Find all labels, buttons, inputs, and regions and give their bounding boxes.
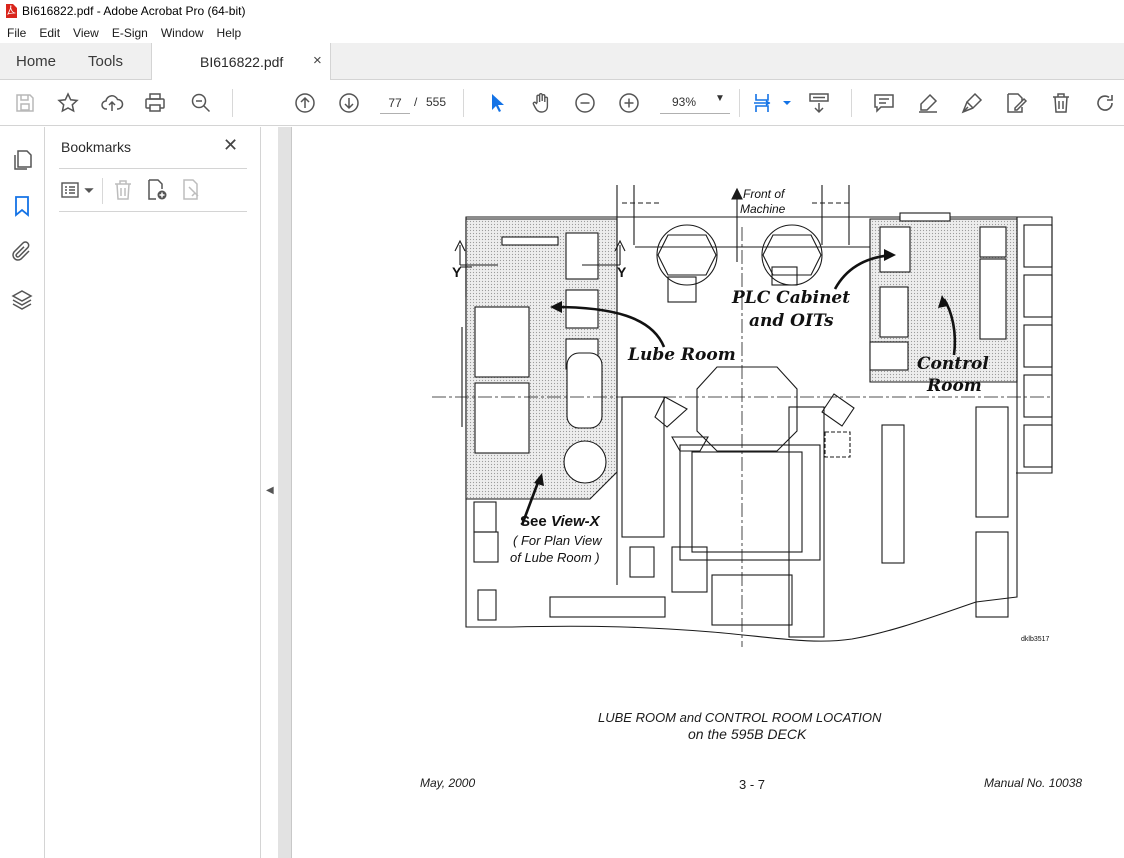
delete-bookmark-icon[interactable]	[111, 178, 135, 202]
document-viewport[interactable]: Front of Machine PLC Cabinet and OITs Lu…	[278, 127, 1124, 858]
zoom-search-icon[interactable]	[189, 91, 213, 115]
navigation-rail	[0, 127, 45, 858]
page-number-input[interactable]	[380, 92, 410, 114]
cloud-upload-icon[interactable]	[100, 91, 124, 115]
new-bookmark-icon[interactable]	[145, 178, 169, 202]
sign-pen-icon[interactable]	[960, 91, 984, 115]
divider	[102, 178, 103, 204]
footer-manual-number: Manual No. 10038	[984, 776, 1083, 790]
page-separator: /	[414, 95, 418, 109]
menu-help[interactable]: Help	[210, 26, 248, 40]
pdf-app-icon	[6, 4, 17, 18]
bookmark-options-icon[interactable]	[59, 178, 97, 202]
edit-pdf-icon[interactable]	[1004, 91, 1028, 115]
star-icon[interactable]	[56, 91, 80, 115]
front-of-machine-label: Machine	[740, 202, 786, 216]
tab-bar: Home Tools BI616822.pdf ×	[0, 43, 1124, 81]
lube-room-label: Lube Room	[628, 345, 736, 365]
comment-icon[interactable]	[872, 91, 896, 115]
toolbar-divider	[851, 89, 852, 117]
toolbar-divider	[463, 89, 464, 117]
front-of-machine-label: Front of	[743, 187, 785, 201]
menu-bar: File Edit View E-Sign Window Help	[0, 22, 1124, 43]
print-icon[interactable]	[143, 91, 167, 115]
tab-document[interactable]: BI616822.pdf ×	[151, 43, 331, 81]
zoom-out-icon[interactable]	[573, 91, 597, 115]
page-total: 555	[426, 95, 447, 109]
collapse-panel-icon[interactable]: ◀	[266, 485, 274, 496]
menu-esign[interactable]: E-Sign	[105, 26, 154, 40]
menu-file[interactable]: File	[0, 26, 32, 40]
section-y-label: Y	[452, 264, 462, 280]
page-fit-icon[interactable]	[752, 91, 776, 115]
pdf-page: Front of Machine PLC Cabinet and OITs Lu…	[291, 127, 1124, 858]
bookmarks-icon[interactable]	[10, 194, 34, 218]
see-view-label: View-X	[551, 513, 600, 530]
footer-date: May, 2000	[420, 776, 476, 790]
divider	[59, 168, 247, 169]
hand-tool-icon[interactable]	[529, 91, 553, 115]
title-bar: BI616822.pdf - Adobe Acrobat Pro (64-bit…	[0, 0, 1124, 22]
control-room-label: Control	[917, 354, 989, 374]
delete-icon[interactable]	[1049, 91, 1073, 115]
layers-icon[interactable]	[10, 288, 34, 312]
plc-cabinet-label: and OITs	[749, 311, 834, 331]
tab-document-label: BI616822.pdf	[200, 54, 284, 70]
zoom-select[interactable]: 93% ▼	[660, 92, 730, 114]
select-cursor-icon[interactable]	[485, 91, 509, 115]
menu-edit[interactable]: Edit	[32, 26, 66, 40]
rotate-icon[interactable]	[1093, 91, 1117, 115]
tab-tools[interactable]: Tools	[88, 43, 123, 80]
bookmark-from-selection-icon[interactable]	[180, 178, 204, 202]
menu-window[interactable]: Window	[154, 26, 210, 40]
panel-splitter[interactable]: ◀	[260, 127, 278, 858]
toolbar-divider	[232, 89, 233, 117]
scroll-mode-icon[interactable]	[807, 91, 831, 115]
chevron-down-icon: ▼	[715, 93, 725, 104]
bookmarks-title: Bookmarks	[61, 139, 132, 155]
attachment-icon[interactable]	[10, 240, 34, 264]
previous-page-icon[interactable]	[293, 91, 317, 115]
main-toolbar: / 555 93% ▼	[0, 80, 1124, 126]
bookmarks-panel: Bookmarks ✕	[45, 127, 260, 858]
zoom-value: 93%	[672, 95, 697, 109]
menu-view[interactable]: View	[66, 26, 105, 40]
plc-cabinet-label: PLC Cabinet	[732, 288, 851, 308]
tab-home[interactable]: Home	[16, 43, 56, 80]
divider	[59, 211, 247, 212]
footer-page-number: 3 - 7	[739, 777, 766, 792]
close-icon[interactable]: ✕	[223, 135, 238, 156]
highlight-pen-icon[interactable]	[916, 91, 940, 115]
next-page-icon[interactable]	[337, 91, 361, 115]
figure-caption-subtitle: on the 595B DECK	[688, 726, 807, 742]
save-icon[interactable]	[13, 91, 37, 115]
figure-caption: LUBE ROOM and CONTROL ROOM LOCATION	[598, 710, 882, 725]
plan-view-note: ( For Plan View	[513, 533, 602, 548]
window-title: BI616822.pdf - Adobe Acrobat Pro (64-bit…	[22, 4, 246, 18]
tab-close-icon[interactable]: ×	[313, 52, 322, 69]
see-view-label: See	[520, 513, 547, 530]
plan-view-note: of Lube Room )	[510, 550, 600, 565]
zoom-in-icon[interactable]	[617, 91, 641, 115]
toolbar-divider	[739, 89, 740, 117]
page-thumbnails-icon[interactable]	[10, 148, 34, 172]
drawing-id: dklb3517	[1021, 636, 1050, 643]
control-room-label: Room	[927, 376, 982, 396]
chevron-down-icon[interactable]	[775, 91, 791, 115]
deck-plan-figure	[432, 185, 1053, 647]
section-y-label: Y	[617, 264, 627, 280]
